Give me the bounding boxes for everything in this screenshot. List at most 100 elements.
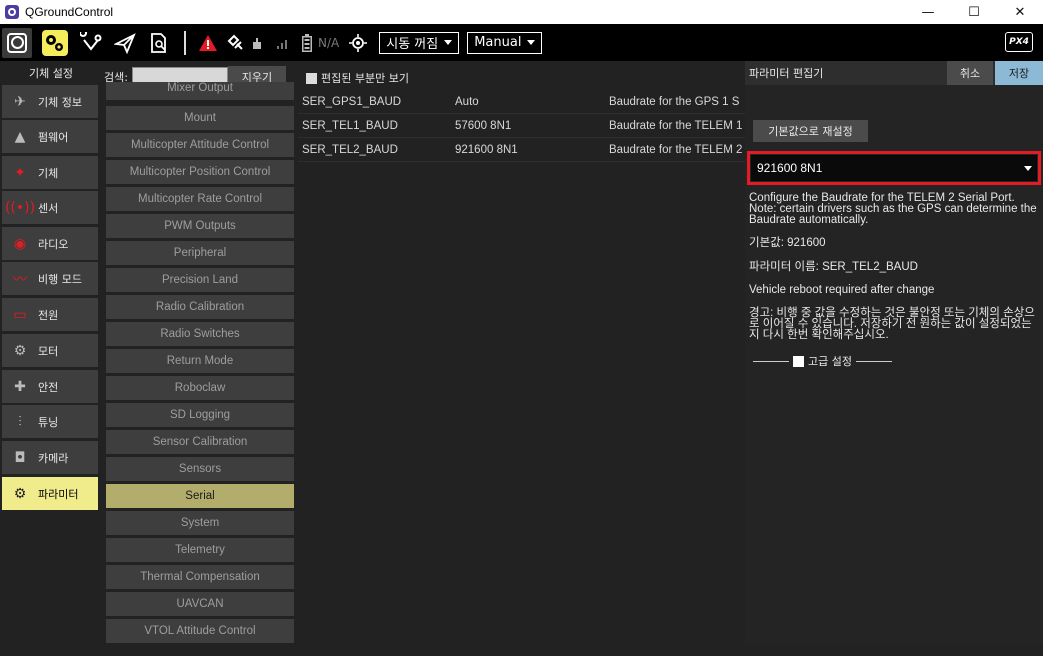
reset-to-default-button[interactable]: 기본값으로 재설정: [753, 120, 868, 142]
parameter-group-item[interactable]: Mixer Output: [106, 82, 294, 100]
sidebar-item[interactable]: ⫶ 튜닝: [2, 405, 98, 438]
parameter-group-item[interactable]: Multicopter Position Control: [106, 160, 294, 184]
parameter-group-item[interactable]: Serial: [106, 484, 294, 508]
parameter-group-item[interactable]: Sensors: [106, 457, 294, 481]
parameter-desc: Baudrate for the GPS 1 S: [609, 95, 740, 108]
save-button[interactable]: 저장: [995, 61, 1043, 85]
parameter-editor-panel: 파라미터 편집기 취소 저장 기본값으로 재설정 921600 8N1 Conf…: [745, 61, 1043, 656]
window-titlebar: QGroundControl — ☐ ✕: [0, 0, 1043, 24]
sidebar-item[interactable]: ▲ 펌웨어: [2, 120, 98, 153]
edited-only-label: 편집된 부분만 보기: [321, 72, 409, 85]
cancel-button[interactable]: 취소: [947, 61, 993, 85]
window-controls: — ☐ ✕: [905, 0, 1043, 24]
parameter-group-item[interactable]: Mount: [106, 106, 294, 130]
arm-status-dropdown[interactable]: 시동 꺼짐: [379, 31, 460, 54]
sidebar-item-label: 기체 정보: [38, 95, 82, 109]
parameter-name: SER_TEL2_BAUD: [302, 143, 398, 156]
parameter-group-item[interactable]: System: [106, 511, 294, 535]
gps-satellite-icon[interactable]: [222, 24, 250, 61]
parameter-group-item[interactable]: SD Logging: [106, 403, 294, 427]
advanced-settings-label: 고급 설정: [808, 355, 852, 368]
sidebar-item[interactable]: ((•)) 센서: [2, 191, 98, 224]
sidebar-item-label: 안전: [38, 380, 59, 394]
sidebar-item-icon: ▭: [13, 306, 27, 323]
parameter-group-item[interactable]: Return Mode: [106, 349, 294, 373]
parameter-group-item[interactable]: Radio Switches: [106, 322, 294, 346]
sidebar-item[interactable]: ✦ 기체: [2, 156, 98, 189]
px4-logo: PX4: [1005, 32, 1033, 52]
chevron-down-icon: [1024, 166, 1032, 171]
sidebar-item[interactable]: ✚ 안전: [2, 370, 98, 403]
parameter-name: SER_GPS1_BAUD: [302, 95, 402, 108]
plan-waypoint-icon[interactable]: [74, 24, 108, 61]
sidebar-item-label: 파라미터: [38, 487, 79, 501]
sidebar-heading: 기체 설정: [29, 67, 73, 80]
sidebar-item[interactable]: ▭ 전원: [2, 298, 98, 331]
minimize-button[interactable]: —: [905, 0, 951, 24]
parameter-group-item[interactable]: Thermal Compensation: [106, 565, 294, 589]
close-button[interactable]: ✕: [997, 0, 1043, 24]
sidebar-item-icon: ◘: [14, 449, 26, 466]
signal-strength-icon[interactable]: [272, 24, 294, 61]
sidebar-item-label: 기체: [38, 166, 59, 180]
divider-line: [855, 360, 892, 362]
parameter-value-dropdown[interactable]: 921600 8N1: [747, 151, 1041, 185]
sidebar-item-icon: ✦: [14, 164, 26, 181]
parameter-group-item[interactable]: Roboclaw: [106, 376, 294, 400]
parameter-group-item[interactable]: Telemetry: [106, 538, 294, 562]
parameter-desc: Baudrate for the TELEM 2: [609, 143, 743, 156]
parameter-group-item[interactable]: Precision Land: [106, 268, 294, 292]
rtk-crosshair-icon[interactable]: [345, 24, 371, 61]
maximize-button[interactable]: ☐: [951, 0, 997, 24]
parameter-row[interactable]: SER_GPS1_BAUD Auto Baudrate for the GPS 1 …: [298, 90, 745, 114]
editor-title: 파라미터 편집기: [749, 67, 824, 80]
sidebar-item-icon: 〰: [13, 271, 27, 288]
sidebar-item[interactable]: ⚙ 파라미터: [2, 477, 98, 510]
parameter-group-item[interactable]: VTOL Attitude Control: [106, 619, 294, 643]
sidebar-item[interactable]: ✈ 기체 정보: [2, 85, 98, 118]
parameter-row[interactable]: SER_TEL2_BAUD 921600 8N1 Baudrate for the …: [298, 138, 745, 162]
sidebar-item[interactable]: 〰 비행 모드: [2, 262, 98, 295]
battery-icon[interactable]: [298, 24, 316, 61]
parameter-group-item[interactable]: Sensor Calibration: [106, 430, 294, 454]
toolbar-divider: [184, 30, 186, 55]
warning-text: 경고: 비행 중 값을 수정하는 것은 불안정 또는 기체의 손상으로 이어질 …: [749, 307, 1035, 341]
editor-header: 파라미터 편집기 취소 저장: [745, 61, 1043, 85]
fly-paper-plane-icon[interactable]: [108, 24, 142, 61]
rc-signal-icon[interactable]: [250, 24, 272, 61]
qgc-home-icon[interactable]: [2, 27, 32, 58]
sidebar-item-label: 라디오: [38, 237, 69, 251]
bottom-strip: [0, 645, 1043, 656]
sidebar-item-icon: ◉: [13, 235, 27, 252]
gps-status-text: N/A: [318, 35, 340, 50]
parameter-row[interactable]: SER_TEL1_BAUD 57600 8N1 Baudrate for the T…: [298, 114, 745, 138]
chevron-down-icon: [444, 40, 453, 45]
flight-mode-label: Manual: [474, 35, 522, 50]
sidebar-item[interactable]: ◉ 라디오: [2, 227, 98, 260]
gear-icon: [42, 29, 68, 56]
warning-icon[interactable]: [194, 24, 222, 61]
sidebar-item[interactable]: ⚙ 모터: [2, 334, 98, 367]
advanced-settings-toggle[interactable]: 고급 설정: [753, 353, 892, 369]
parameter-group-item[interactable]: Peripheral: [106, 241, 294, 265]
parameter-group-item[interactable]: PWM Outputs: [106, 214, 294, 238]
advanced-settings-checkbox[interactable]: [793, 355, 804, 367]
sidebar-item-label: 비행 모드: [38, 272, 82, 286]
vehicle-setup-gear-icon[interactable]: [36, 24, 74, 61]
parameter-group-item[interactable]: Multicopter Attitude Control: [106, 133, 294, 157]
divider-line: [753, 360, 789, 362]
sidebar-item-icon: ⫶: [18, 413, 22, 430]
analyze-document-icon[interactable]: [142, 24, 176, 61]
sidebar-item-icon: ✚: [14, 378, 26, 395]
parameter-value: 57600 8N1: [455, 119, 512, 132]
edited-only-checkbox[interactable]: [306, 72, 317, 84]
parameter-group-item[interactable]: Multicopter Rate Control: [106, 187, 294, 211]
show-edited-only-toggle[interactable]: 편집된 부분만 보기: [306, 70, 409, 86]
parameter-group-item[interactable]: UAVCAN: [106, 592, 294, 616]
parameter-value: 921600 8N1: [455, 143, 518, 156]
parameter-name-text: 파라미터 이름: SER_TEL2_BAUD: [749, 261, 918, 273]
parameter-group-item[interactable]: Radio Calibration: [106, 295, 294, 319]
sidebar-item[interactable]: ◘ 카메라: [2, 441, 98, 474]
flight-mode-dropdown[interactable]: Manual: [467, 31, 543, 54]
parameter-desc: Baudrate for the TELEM 1: [609, 119, 743, 132]
